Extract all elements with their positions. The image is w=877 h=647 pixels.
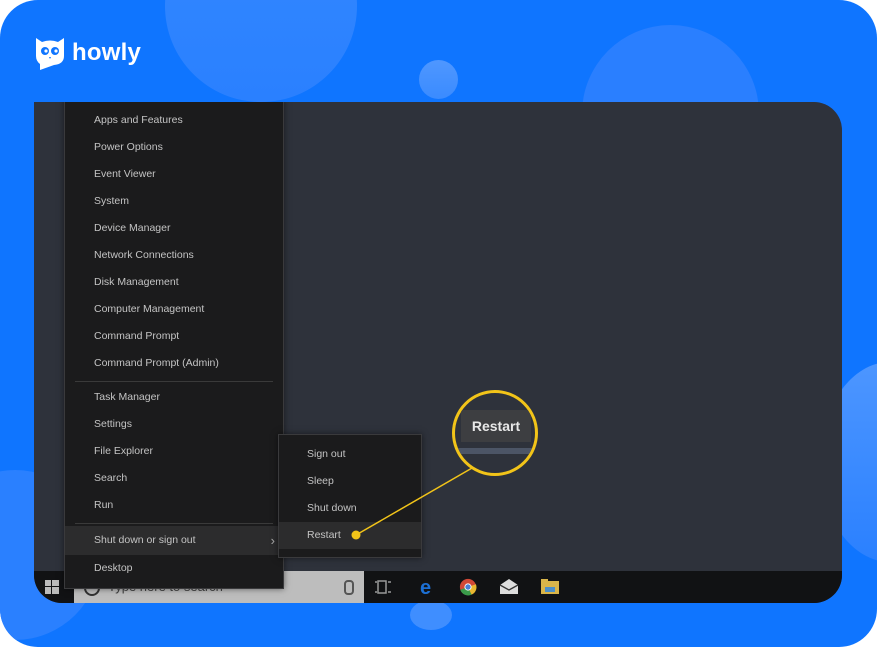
file-explorer-icon[interactable] bbox=[540, 578, 560, 596]
menu-item-label: Event Viewer bbox=[94, 168, 156, 180]
menu-item-label: Device Manager bbox=[94, 222, 171, 234]
menu-item-label: Shut down or sign out bbox=[94, 534, 196, 546]
menu-item-label: File Explorer bbox=[94, 445, 153, 457]
task-view-icon[interactable] bbox=[374, 578, 394, 596]
howly-frame: howly Type here to search e bbox=[0, 0, 877, 647]
windows-desktop-screenshot: Type here to search e bbox=[34, 102, 842, 603]
chevron-right-icon: › bbox=[270, 533, 275, 548]
submenu-item-label: Sign out bbox=[307, 448, 346, 460]
menu-divider bbox=[75, 523, 273, 524]
menu-item-label: Run bbox=[94, 499, 114, 511]
decor-bubble bbox=[419, 60, 458, 99]
menu-item-power-options[interactable]: Power Options bbox=[65, 134, 283, 161]
shutdown-submenu: Sign out Sleep Shut down Restart bbox=[278, 434, 422, 558]
menu-item-computer-management[interactable]: Computer Management bbox=[65, 296, 283, 323]
microphone-icon[interactable] bbox=[344, 580, 354, 595]
menu-item-label: Search bbox=[94, 472, 128, 484]
menu-item-label: Power Options bbox=[94, 141, 163, 153]
menu-item-task-manager[interactable]: Task Manager bbox=[65, 384, 283, 411]
submenu-item-label: Restart bbox=[307, 529, 341, 541]
decor-bubble bbox=[165, 0, 357, 102]
menu-item-label: Command Prompt (Admin) bbox=[94, 357, 219, 369]
submenu-item-shut-down[interactable]: Shut down bbox=[279, 495, 421, 522]
decor-bubble bbox=[410, 600, 452, 630]
svg-text:e: e bbox=[420, 578, 431, 596]
windows-logo-icon[interactable] bbox=[45, 580, 59, 594]
menu-item-desktop[interactable]: Desktop bbox=[65, 555, 283, 582]
submenu-item-sign-out[interactable]: Sign out bbox=[279, 441, 421, 468]
winx-context-menu: Apps and Features Power Options Event Vi… bbox=[64, 102, 284, 589]
brand-name: howly bbox=[72, 39, 142, 66]
menu-item-command-prompt[interactable]: Command Prompt bbox=[65, 323, 283, 350]
menu-divider bbox=[75, 381, 273, 382]
callout-bar bbox=[455, 448, 535, 454]
menu-item-label: Apps and Features bbox=[94, 114, 183, 126]
submenu-item-restart[interactable]: Restart bbox=[279, 522, 421, 549]
menu-item-command-prompt-admin[interactable]: Command Prompt (Admin) bbox=[65, 350, 283, 377]
menu-item-label: Command Prompt bbox=[94, 330, 180, 342]
menu-item-event-viewer[interactable]: Event Viewer bbox=[65, 161, 283, 188]
menu-item-device-manager[interactable]: Device Manager bbox=[65, 215, 283, 242]
howly-logo: howly bbox=[34, 36, 141, 70]
menu-item-disk-management[interactable]: Disk Management bbox=[65, 269, 283, 296]
submenu-item-label: Sleep bbox=[307, 475, 334, 487]
menu-item-label: Computer Management bbox=[94, 303, 205, 315]
menu-item-label: System bbox=[94, 195, 130, 207]
menu-item-settings[interactable]: Settings bbox=[65, 411, 283, 438]
submenu-item-label: Shut down bbox=[307, 502, 357, 514]
mail-icon[interactable] bbox=[499, 578, 519, 596]
menu-item-search[interactable]: Search bbox=[65, 465, 283, 492]
chrome-icon[interactable] bbox=[458, 578, 478, 596]
callout-restart-label: Restart bbox=[461, 410, 531, 442]
menu-item-label: Desktop bbox=[94, 562, 133, 574]
menu-item-network-connections[interactable]: Network Connections bbox=[65, 242, 283, 269]
menu-item-label: Task Manager bbox=[94, 391, 160, 403]
menu-item-label: Settings bbox=[94, 418, 132, 430]
menu-item-label: Disk Management bbox=[94, 276, 179, 288]
menu-item-shut-down-or-sign-out[interactable]: Shut down or sign out › bbox=[65, 526, 283, 555]
edge-icon[interactable]: e bbox=[417, 578, 437, 596]
restart-callout-magnifier: Restart bbox=[452, 390, 538, 476]
owl-logo-icon bbox=[36, 38, 64, 70]
submenu-item-sleep[interactable]: Sleep bbox=[279, 468, 421, 495]
menu-item-apps-and-features[interactable]: Apps and Features bbox=[65, 107, 283, 134]
menu-item-label: Network Connections bbox=[94, 249, 194, 261]
menu-item-file-explorer[interactable]: File Explorer bbox=[65, 438, 283, 465]
menu-item-run[interactable]: Run bbox=[65, 492, 283, 519]
menu-item-system[interactable]: System bbox=[65, 188, 283, 215]
